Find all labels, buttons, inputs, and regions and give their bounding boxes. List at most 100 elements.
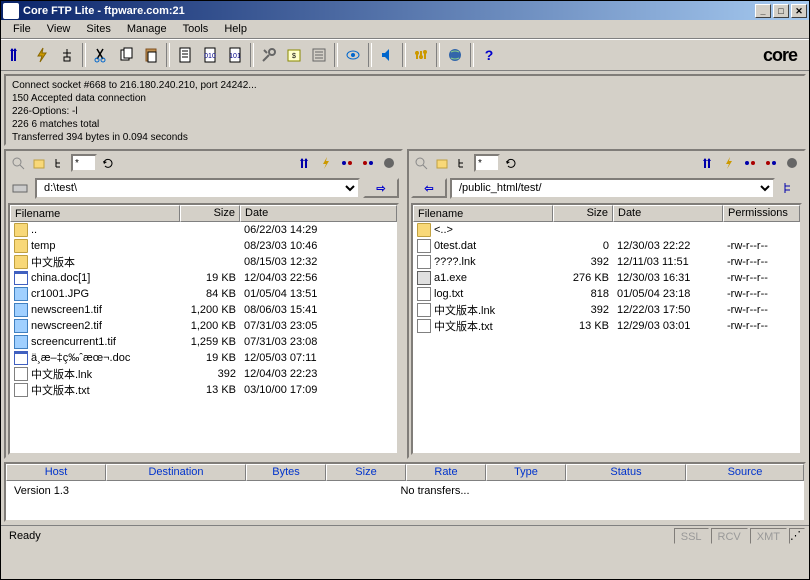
quickconnect-button[interactable] (30, 43, 54, 67)
file-date: 01/05/04 23:18 (613, 288, 723, 300)
file-row[interactable]: 中文版本.lnk39212/22/03 17:50-rw-r--r-- (413, 302, 800, 318)
file-row[interactable]: ????.lnk39212/11/03 11:51-rw-r--r-- (413, 254, 800, 270)
window-title: Core FTP Lite - ftpware.com:21 (23, 5, 755, 17)
log-button[interactable] (307, 43, 331, 67)
file-row[interactable]: <..> (413, 222, 800, 238)
remote-mode1-button[interactable] (740, 153, 760, 173)
file-row[interactable]: a1.exe276 KB12/30/03 16:31-rw-r--r-- (413, 270, 800, 286)
menu-view[interactable]: View (39, 21, 79, 37)
disconnect-button[interactable] (55, 43, 79, 67)
local-mode1-button[interactable] (337, 153, 357, 173)
minimize-button[interactable]: _ (755, 4, 771, 18)
col-status[interactable]: Status (566, 464, 686, 481)
remote-stop-button[interactable] (782, 153, 802, 173)
img-icon (14, 287, 28, 301)
local-newfolder-button[interactable] (29, 153, 49, 173)
maximize-button[interactable]: □ (773, 4, 789, 18)
remote-download-button[interactable] (698, 153, 718, 173)
download-arrow-button[interactable]: ⇦ (411, 178, 447, 198)
doc-icon (14, 351, 28, 365)
file-size: 13 KB (180, 384, 240, 396)
remote-file-list[interactable]: Filename Size Date Permissions <..>0test… (411, 203, 802, 455)
remote-tree-button[interactable] (453, 153, 473, 173)
remote-abort-button[interactable] (719, 153, 739, 173)
lnk-icon (14, 367, 28, 381)
settings-button[interactable] (409, 43, 433, 67)
file-row[interactable]: cr1001.JPG84 KB01/05/04 13:51 (10, 286, 397, 302)
local-mode2-button[interactable] (358, 153, 378, 173)
close-button[interactable]: ✕ (791, 4, 807, 18)
col-permissions[interactable]: Permissions (723, 205, 800, 222)
file-row[interactable]: 中文版本.txt13 KB12/29/03 03:01-rw-r--r-- (413, 318, 800, 334)
copy-button[interactable] (114, 43, 138, 67)
titlebar: Core FTP Lite - ftpware.com:21 _ □ ✕ (1, 1, 809, 20)
local-search-button[interactable] (8, 153, 28, 173)
col-rate[interactable]: Rate (406, 464, 486, 481)
local-stop-button[interactable] (379, 153, 399, 173)
help-button[interactable]: ? (477, 43, 501, 67)
file-row[interactable]: 中文版本08/15/03 12:32 (10, 254, 397, 270)
local-drive-button[interactable] (8, 178, 32, 198)
file1-button[interactable] (173, 43, 197, 67)
col-size[interactable]: Size (326, 464, 406, 481)
file-name: temp (31, 240, 55, 252)
file3-button[interactable]: 101 (223, 43, 247, 67)
file-date: 07/31/03 23:05 (240, 320, 350, 332)
paste-button[interactable] (139, 43, 163, 67)
col-bytes[interactable]: Bytes (246, 464, 326, 481)
upload-arrow-button[interactable]: ⇨ (363, 178, 399, 198)
menu-file[interactable]: File (5, 21, 39, 37)
menu-sites[interactable]: Sites (78, 21, 118, 37)
remote-dirtree-button[interactable] (778, 178, 802, 198)
col-source[interactable]: Source (686, 464, 804, 481)
local-tree-button[interactable] (50, 153, 70, 173)
remote-filter-input[interactable] (474, 154, 500, 172)
cut-button[interactable] (89, 43, 113, 67)
file-row[interactable]: newscreen2.tif1,200 KB07/31/03 23:05 (10, 318, 397, 334)
schedule-button[interactable]: $ (282, 43, 306, 67)
remote-newfolder-button[interactable] (432, 153, 452, 173)
file2-button[interactable]: 010 (198, 43, 222, 67)
file-row[interactable]: ..06/22/03 14:29 (10, 222, 397, 238)
local-abort-button[interactable] (316, 153, 336, 173)
menu-help[interactable]: Help (216, 21, 255, 37)
local-file-list[interactable]: Filename Size Date ..06/22/03 14:29temp0… (8, 203, 399, 455)
file-row[interactable]: 中文版本.lnk39212/04/03 22:23 (10, 366, 397, 382)
connect-button[interactable] (5, 43, 29, 67)
local-filter-input[interactable] (71, 154, 97, 172)
col-size[interactable]: Size (553, 205, 613, 222)
col-type[interactable]: Type (486, 464, 566, 481)
file-row[interactable]: 0test.dat012/30/03 22:22-rw-r--r-- (413, 238, 800, 254)
menu-tools[interactable]: Tools (175, 21, 217, 37)
file-row[interactable]: newscreen1.tif1,200 KB08/06/03 15:41 (10, 302, 397, 318)
col-date[interactable]: Date (613, 205, 723, 222)
file-row[interactable]: 中文版本.txt13 KB03/10/00 17:09 (10, 382, 397, 398)
col-filename[interactable]: Filename (413, 205, 553, 222)
remote-search-button[interactable] (411, 153, 431, 173)
file-row[interactable]: ä¸æ–‡ç‰ˆæœ¬.doc19 KB12/05/03 07:11 (10, 350, 397, 366)
local-upload-button[interactable] (295, 153, 315, 173)
globe-button[interactable] (443, 43, 467, 67)
file-row[interactable]: log.txt81801/05/04 23:18-rw-r--r-- (413, 286, 800, 302)
remote-path-select[interactable]: /public_html/test/ (450, 178, 775, 199)
local-path-select[interactable]: d:\test\ (35, 178, 360, 199)
file-row[interactable]: screencurrent1.tif1,259 KB07/31/03 23:08 (10, 334, 397, 350)
view-button[interactable] (341, 43, 365, 67)
col-size[interactable]: Size (180, 205, 240, 222)
col-date[interactable]: Date (240, 205, 397, 222)
sound-button[interactable] (375, 43, 399, 67)
col-destination[interactable]: Destination (106, 464, 246, 481)
file-row[interactable]: china.doc[1]19 KB12/04/03 22:56 (10, 270, 397, 286)
remote-refresh-button[interactable] (501, 153, 521, 173)
remote-mode2-button[interactable] (761, 153, 781, 173)
file-icon (417, 239, 431, 253)
statusbar: Ready SSL RCV XMT ⋰ (1, 525, 809, 545)
col-host[interactable]: Host (6, 464, 106, 481)
col-filename[interactable]: Filename (10, 205, 180, 222)
local-refresh-button[interactable] (98, 153, 118, 173)
tools-button[interactable] (257, 43, 281, 67)
resize-grip[interactable]: ⋰ (789, 528, 805, 544)
file-row[interactable]: temp08/23/03 10:46 (10, 238, 397, 254)
file-name: 中文版本 (31, 254, 75, 270)
menu-manage[interactable]: Manage (119, 21, 175, 37)
